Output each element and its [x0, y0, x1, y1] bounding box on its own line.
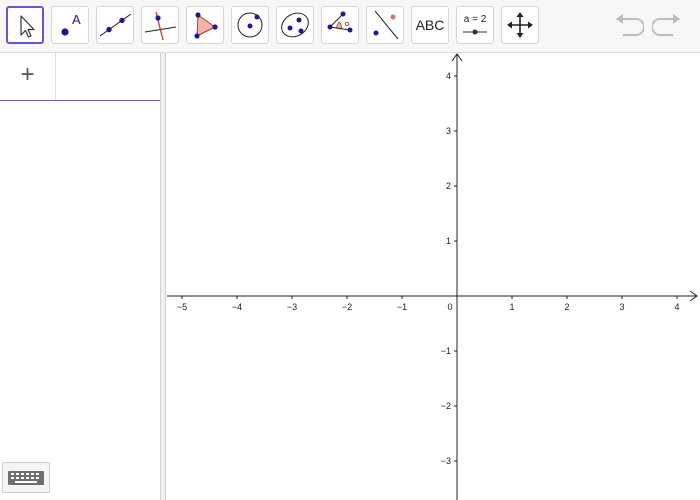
- keyboard-button[interactable]: [2, 462, 50, 493]
- x-tick-label: 3: [619, 302, 624, 312]
- x-tick-label: −5: [177, 302, 187, 312]
- x-tick-label: −4: [232, 302, 242, 312]
- move-view-icon: [507, 12, 533, 38]
- perpendicular-line-tool-button[interactable]: [141, 6, 179, 44]
- slider-tool-button[interactable]: a = 2: [456, 6, 494, 44]
- ellipse-icon: [281, 12, 309, 38]
- undo-icon[interactable]: [614, 12, 644, 40]
- line-tool-button[interactable]: [96, 6, 134, 44]
- x-tick-label: −1: [397, 302, 407, 312]
- perpendicular-line-icon: [144, 11, 177, 41]
- text-icon: ABC: [415, 17, 445, 33]
- add-item-button[interactable]: +: [0, 53, 56, 100]
- keyboard-icon: [8, 471, 44, 485]
- point-icon: [61, 28, 69, 36]
- angle-icon: [327, 11, 353, 33]
- algebra-input-row[interactable]: +: [0, 53, 160, 101]
- pointer-arrow-icon: [20, 15, 35, 38]
- algebra-view: +: [0, 53, 160, 500]
- y-tick-label: 2: [446, 181, 451, 191]
- polygon-icon: [194, 12, 218, 39]
- graphics-view[interactable]: −5 −4 −3 −2 −1 0 1 2 3 4 4 3 2 1 −1 −2 −3: [167, 53, 700, 500]
- x-tick-label: 0: [447, 302, 452, 312]
- view-splitter[interactable]: [160, 53, 166, 500]
- move-graphics-view-tool-button[interactable]: [501, 6, 539, 44]
- text-tool-button[interactable]: ABC: [411, 6, 449, 44]
- x-tick-label: −3: [287, 302, 297, 312]
- y-tick-label: 1: [446, 236, 451, 246]
- coordinate-plane[interactable]: −5 −4 −3 −2 −1 0 1 2 3 4 4 3 2 1 −1 −2 −3: [167, 53, 700, 500]
- x-tick-label: 1: [509, 302, 514, 312]
- y-tick-label: −1: [441, 346, 451, 356]
- point-tool-button[interactable]: A: [51, 6, 89, 44]
- circle-center-point-icon: [237, 12, 263, 38]
- conic-tool-button[interactable]: [276, 6, 314, 44]
- x-tick-label: 4: [674, 302, 679, 312]
- polygon-tool-button[interactable]: [186, 6, 224, 44]
- reflect-about-line-icon: [373, 10, 399, 40]
- redo-icon[interactable]: [652, 12, 682, 40]
- point-tool-label: A: [72, 12, 81, 27]
- angle-tool-button[interactable]: [321, 6, 359, 44]
- x-tick-label: 2: [564, 302, 569, 312]
- toolbar: A ABC a = 2: [0, 0, 700, 53]
- reflect-tool-button[interactable]: [366, 6, 404, 44]
- plus-icon: +: [20, 61, 35, 88]
- line-through-points-icon: [99, 13, 132, 37]
- y-tick-label: 3: [446, 126, 451, 136]
- circle-tool-button[interactable]: [231, 6, 269, 44]
- x-tick-label: −2: [342, 302, 352, 312]
- y-tick-label: −2: [441, 401, 451, 411]
- y-tick-label: −3: [441, 456, 451, 466]
- y-tick-label: 4: [446, 71, 451, 81]
- slider-track: [463, 29, 487, 35]
- move-tool-button[interactable]: [6, 6, 44, 44]
